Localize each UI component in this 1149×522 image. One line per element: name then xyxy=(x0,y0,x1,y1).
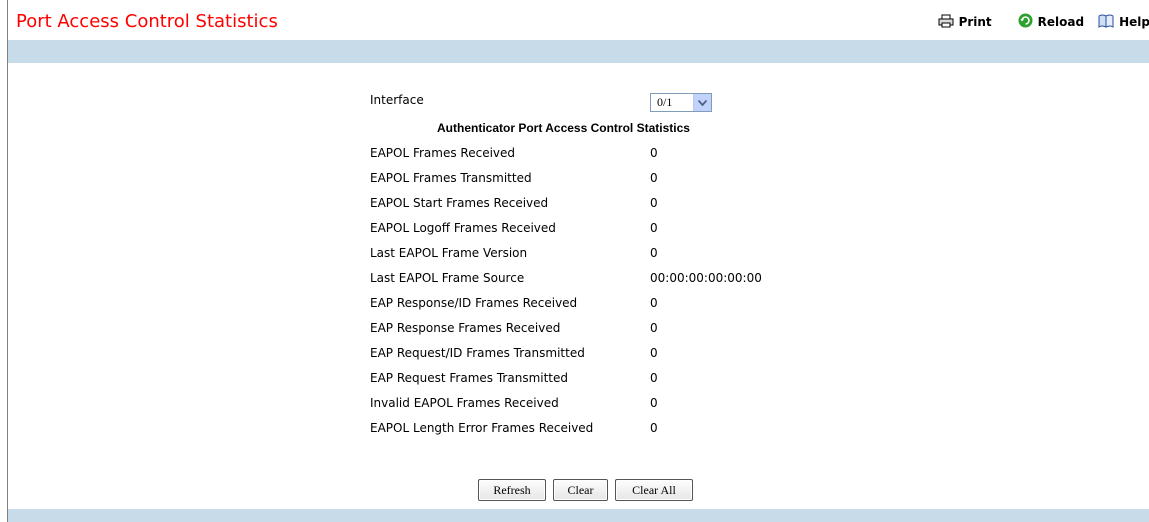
page-title: Port Access Control Statistics xyxy=(16,11,278,32)
section-title: Authenticator Port Access Control Statis… xyxy=(437,121,690,135)
stat-value: 0 xyxy=(650,321,658,335)
stat-value: 0 xyxy=(650,296,658,310)
stat-value: 0 xyxy=(650,246,658,260)
stat-value: 00:00:00:00:00:00 xyxy=(650,271,762,285)
stat-label: Last EAPOL Frame Source xyxy=(370,271,525,285)
help-book-icon xyxy=(1098,14,1119,31)
print-button[interactable]: Print xyxy=(938,14,992,31)
reload-button[interactable]: Reload xyxy=(1018,13,1084,31)
reload-label: Reload xyxy=(1037,15,1085,29)
stat-value: 0 xyxy=(650,221,658,235)
print-label: Print xyxy=(958,15,992,29)
reload-icon xyxy=(1018,13,1038,31)
printer-icon xyxy=(938,14,959,31)
help-button[interactable]: Help xyxy=(1098,14,1149,31)
header-band xyxy=(8,40,1149,63)
clear-button[interactable]: Clear xyxy=(553,479,608,501)
stat-value: 0 xyxy=(650,146,658,160)
stat-value: 0 xyxy=(650,171,658,185)
stat-label: Invalid EAPOL Frames Received xyxy=(370,396,559,410)
chevron-down-icon[interactable] xyxy=(693,94,711,111)
refresh-button[interactable]: Refresh xyxy=(478,479,546,501)
stat-label: EAPOL Start Frames Received xyxy=(370,196,549,210)
stat-label: EAP Request/ID Frames Transmitted xyxy=(370,346,585,360)
stat-value: 0 xyxy=(650,196,658,210)
interface-select[interactable]: 0/1 xyxy=(650,93,712,112)
stat-label: EAPOL Logoff Frames Received xyxy=(370,221,556,235)
stat-label: EAP Response/ID Frames Received xyxy=(370,296,578,310)
stat-value: 0 xyxy=(650,421,658,435)
interface-label: Interface xyxy=(370,93,424,107)
content-frame: Port Access Control Statistics Print Rel… xyxy=(7,0,1149,522)
stat-value: 0 xyxy=(650,371,658,385)
clear-all-button[interactable]: Clear All xyxy=(615,479,693,501)
interface-select-value: 0/1 xyxy=(657,95,673,109)
toolbar: Print Reload Help xyxy=(912,13,1149,31)
title-row: Port Access Control Statistics Print Rel… xyxy=(8,0,1149,40)
stat-label: EAP Request Frames Transmitted xyxy=(370,371,568,385)
stat-value: 0 xyxy=(650,346,658,360)
stat-label: EAPOL Length Error Frames Received xyxy=(370,421,594,435)
help-label: Help xyxy=(1119,15,1149,29)
stat-label: EAPOL Frames Transmitted xyxy=(370,171,532,185)
footer-band xyxy=(8,509,1149,522)
stat-label: EAPOL Frames Received xyxy=(370,146,516,160)
stat-label: Last EAPOL Frame Version xyxy=(370,246,528,260)
stat-label: EAP Response Frames Received xyxy=(370,321,561,335)
stat-value: 0 xyxy=(650,396,658,410)
